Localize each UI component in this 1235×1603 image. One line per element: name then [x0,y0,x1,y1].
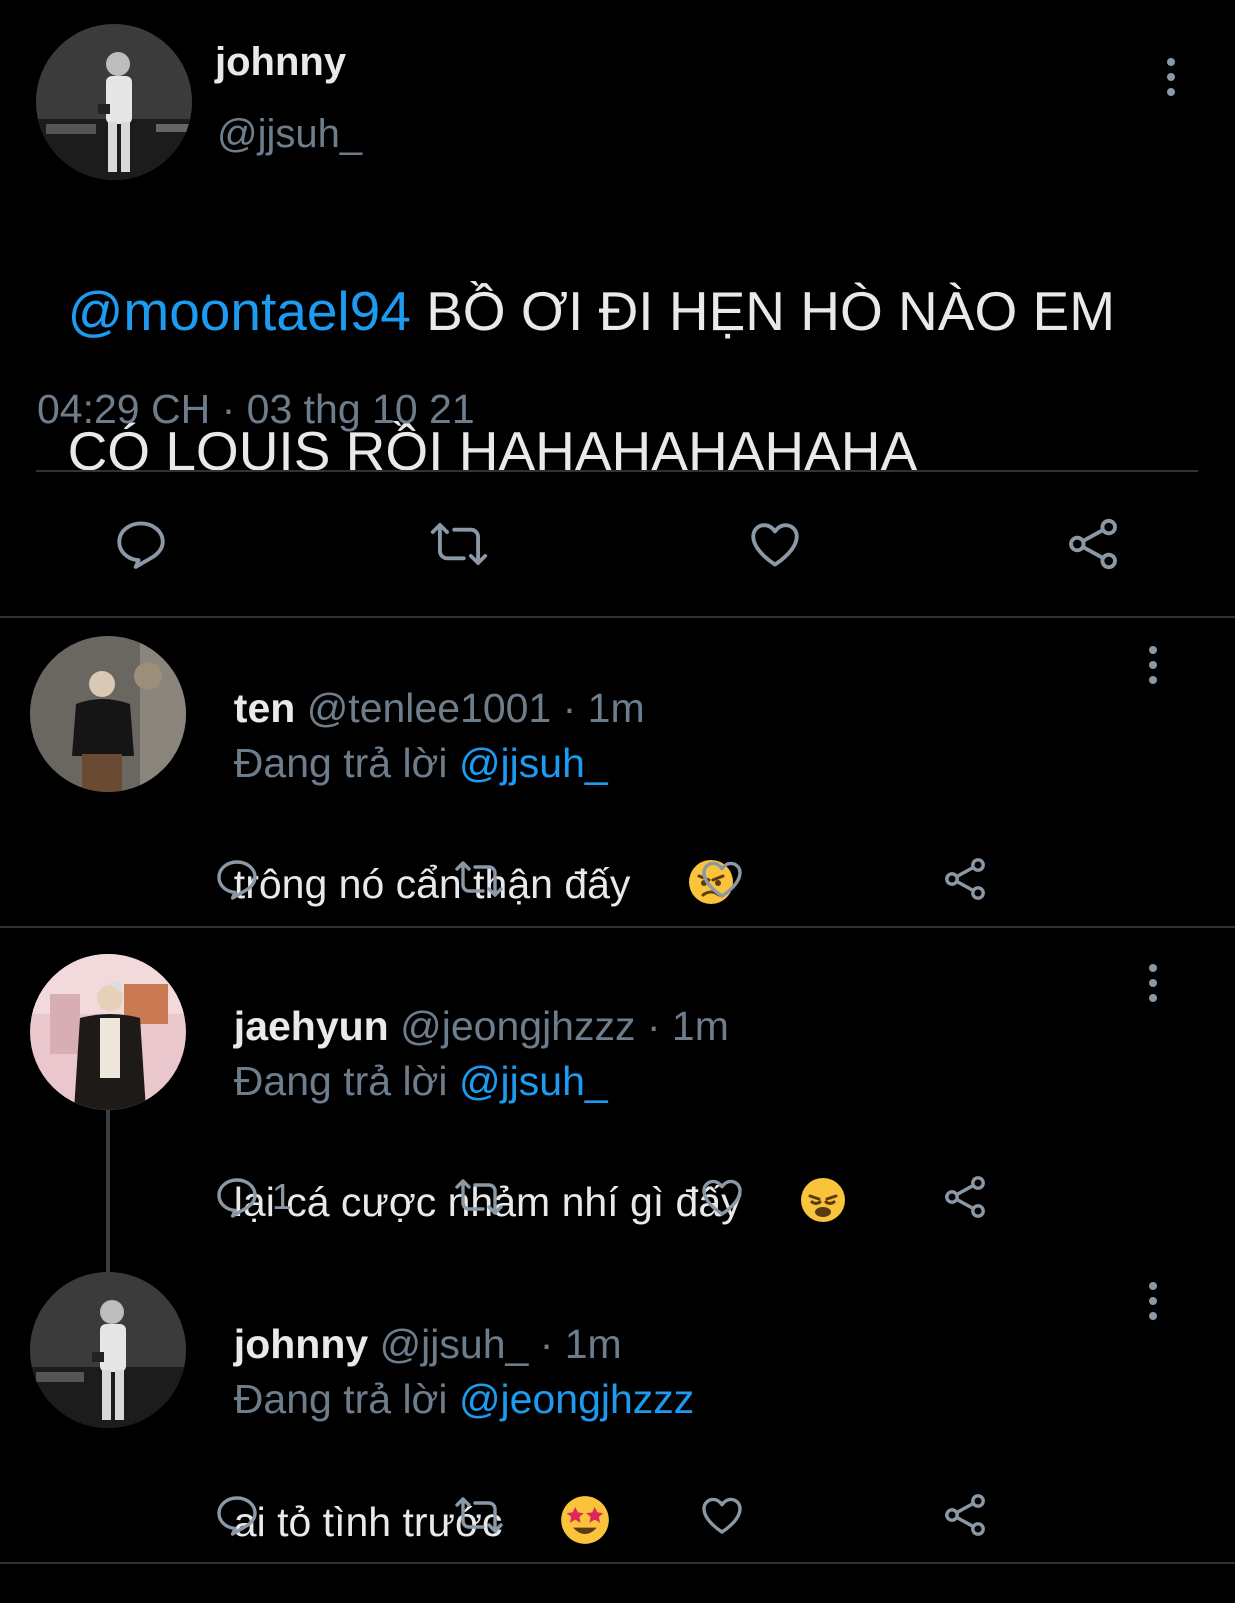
like-icon[interactable] [698,1491,746,1539]
avatar[interactable] [30,636,186,792]
divider [0,616,1235,618]
more-options-icon[interactable] [1165,58,1177,96]
avatar[interactable] [30,954,186,1110]
more-options-icon[interactable] [1147,964,1159,1002]
retweet-icon[interactable] [428,515,490,573]
reply-text: lại cá cược nhảm nhí gì đấy [211,1082,847,1281]
reply-icon[interactable] [213,1173,261,1221]
reply-text: ai tỏ tình trước [211,1400,611,1603]
avatar[interactable] [30,1272,186,1428]
author-handle[interactable]: @jjsuh_ [217,112,362,157]
avatar[interactable] [36,24,192,180]
share-icon[interactable] [941,855,989,903]
weary-face-emoji [753,1129,847,1281]
author-name[interactable]: johnny [215,40,346,85]
more-options-icon[interactable] [1147,1282,1159,1320]
tweet-timestamp[interactable]: 04:29 CH · 03 thg 10 21 [37,386,475,433]
reply-icon[interactable] [213,1491,261,1539]
divider [0,1562,1235,1564]
share-icon[interactable] [941,1173,989,1221]
retweet-icon[interactable] [453,1173,505,1221]
retweet-icon[interactable] [453,855,505,903]
share-icon[interactable] [941,1491,989,1539]
retweet-icon[interactable] [453,1491,505,1539]
reply-body: trông nó cẩn thận đấy [233,860,642,907]
reply-icon[interactable] [213,855,261,903]
like-icon[interactable] [746,515,804,573]
share-icon[interactable] [1064,515,1122,573]
more-options-icon[interactable] [1147,646,1159,684]
thread-line [106,1108,110,1274]
like-icon[interactable] [698,855,746,903]
star-struck-emoji [514,1447,612,1603]
divider [0,926,1235,928]
reply-count: 1 [272,1176,293,1217]
reply-icon[interactable] [112,515,170,573]
tweet-text: @moontael94 BỒ ƠI ĐI HẸN HÒ NÀO EM CÓ LO… [37,206,1115,486]
tweet-text-line1: BỒ ƠI ĐI HẸN HÒ NÀO EM [410,280,1116,342]
like-icon[interactable] [698,1173,746,1221]
mention-link[interactable]: @moontael94 [68,280,411,342]
divider [36,470,1198,472]
reply-time: · 1m [635,1003,729,1049]
